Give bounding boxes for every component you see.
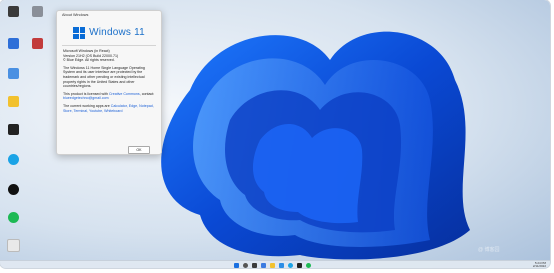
product-name: Microsoft Windows (in React) xyxy=(63,49,110,53)
brand-wordmark: Windows 11 xyxy=(89,26,145,38)
legal-paragraph: The Windows 11 Home Single Language Oper… xyxy=(63,65,145,89)
desktop-icon-github[interactable] xyxy=(4,180,22,198)
desktop-icon-spotify[interactable] xyxy=(4,208,22,226)
task-view-icon[interactable] xyxy=(252,262,257,268)
contact-prefix: contact: xyxy=(141,91,155,96)
clock-date: 2/11/2022 xyxy=(532,264,546,268)
about-windows-dialog: About Windows Windows 11 Microsoft Windo… xyxy=(56,10,162,155)
desktop-icon-folder[interactable] xyxy=(4,92,22,110)
system-tray-clock[interactable]: 5:24 PM 2/11/2022 xyxy=(520,261,546,269)
start-icon[interactable] xyxy=(234,262,239,268)
search-icon[interactable] xyxy=(243,262,248,268)
license-link[interactable]: Creative Commons xyxy=(109,92,140,96)
license-line: This product is licensed with Creative C… xyxy=(63,91,155,101)
edge-icon[interactable] xyxy=(288,262,293,268)
store-icon[interactable] xyxy=(279,262,284,268)
apps-prefix: The current working apps are xyxy=(63,103,110,108)
desktop-icon-edge[interactable] xyxy=(4,150,22,168)
copyright-text: © Blue Edge. All rights reserved. xyxy=(63,58,115,63)
license-prefix: This product is licensed with xyxy=(63,91,108,96)
dialog-title: About Windows xyxy=(62,13,89,17)
desktop-icon-store[interactable] xyxy=(4,64,22,82)
version-text: Version 21H2 (OS Build 22000.71) xyxy=(63,53,119,58)
desktop: About Windows Windows 11 Microsoft Windo… xyxy=(0,0,550,268)
version-info: Microsoft Windows (in React) Version 21H… xyxy=(63,49,155,63)
desktop-icon-user[interactable] xyxy=(4,2,22,20)
apps-line: The current working apps are Calculator,… xyxy=(63,104,155,113)
divider xyxy=(62,45,156,46)
ok-button[interactable]: OK xyxy=(128,146,150,154)
taskbar: 5:24 PM 2/11/2022 xyxy=(0,260,550,268)
file-explorer-icon[interactable] xyxy=(270,262,275,268)
windows-logo-icon xyxy=(73,27,86,39)
widgets-icon[interactable] xyxy=(261,262,266,268)
desktop-icon-terminal[interactable] xyxy=(4,120,22,138)
contact-email-link[interactable]: blueedgetechno@gmail.com xyxy=(63,96,109,100)
desktop-icon-notepad[interactable] xyxy=(4,236,22,254)
desktop-icon-settings[interactable] xyxy=(28,34,46,52)
watermark: @ 博客园 xyxy=(478,247,500,253)
windows-brand: Windows 11 xyxy=(57,24,161,42)
desktop-icon-thispc[interactable] xyxy=(4,34,22,52)
desktop-icon-recycle[interactable] xyxy=(28,2,46,20)
terminal-icon[interactable] xyxy=(297,262,302,268)
spotify-icon[interactable] xyxy=(306,262,311,268)
